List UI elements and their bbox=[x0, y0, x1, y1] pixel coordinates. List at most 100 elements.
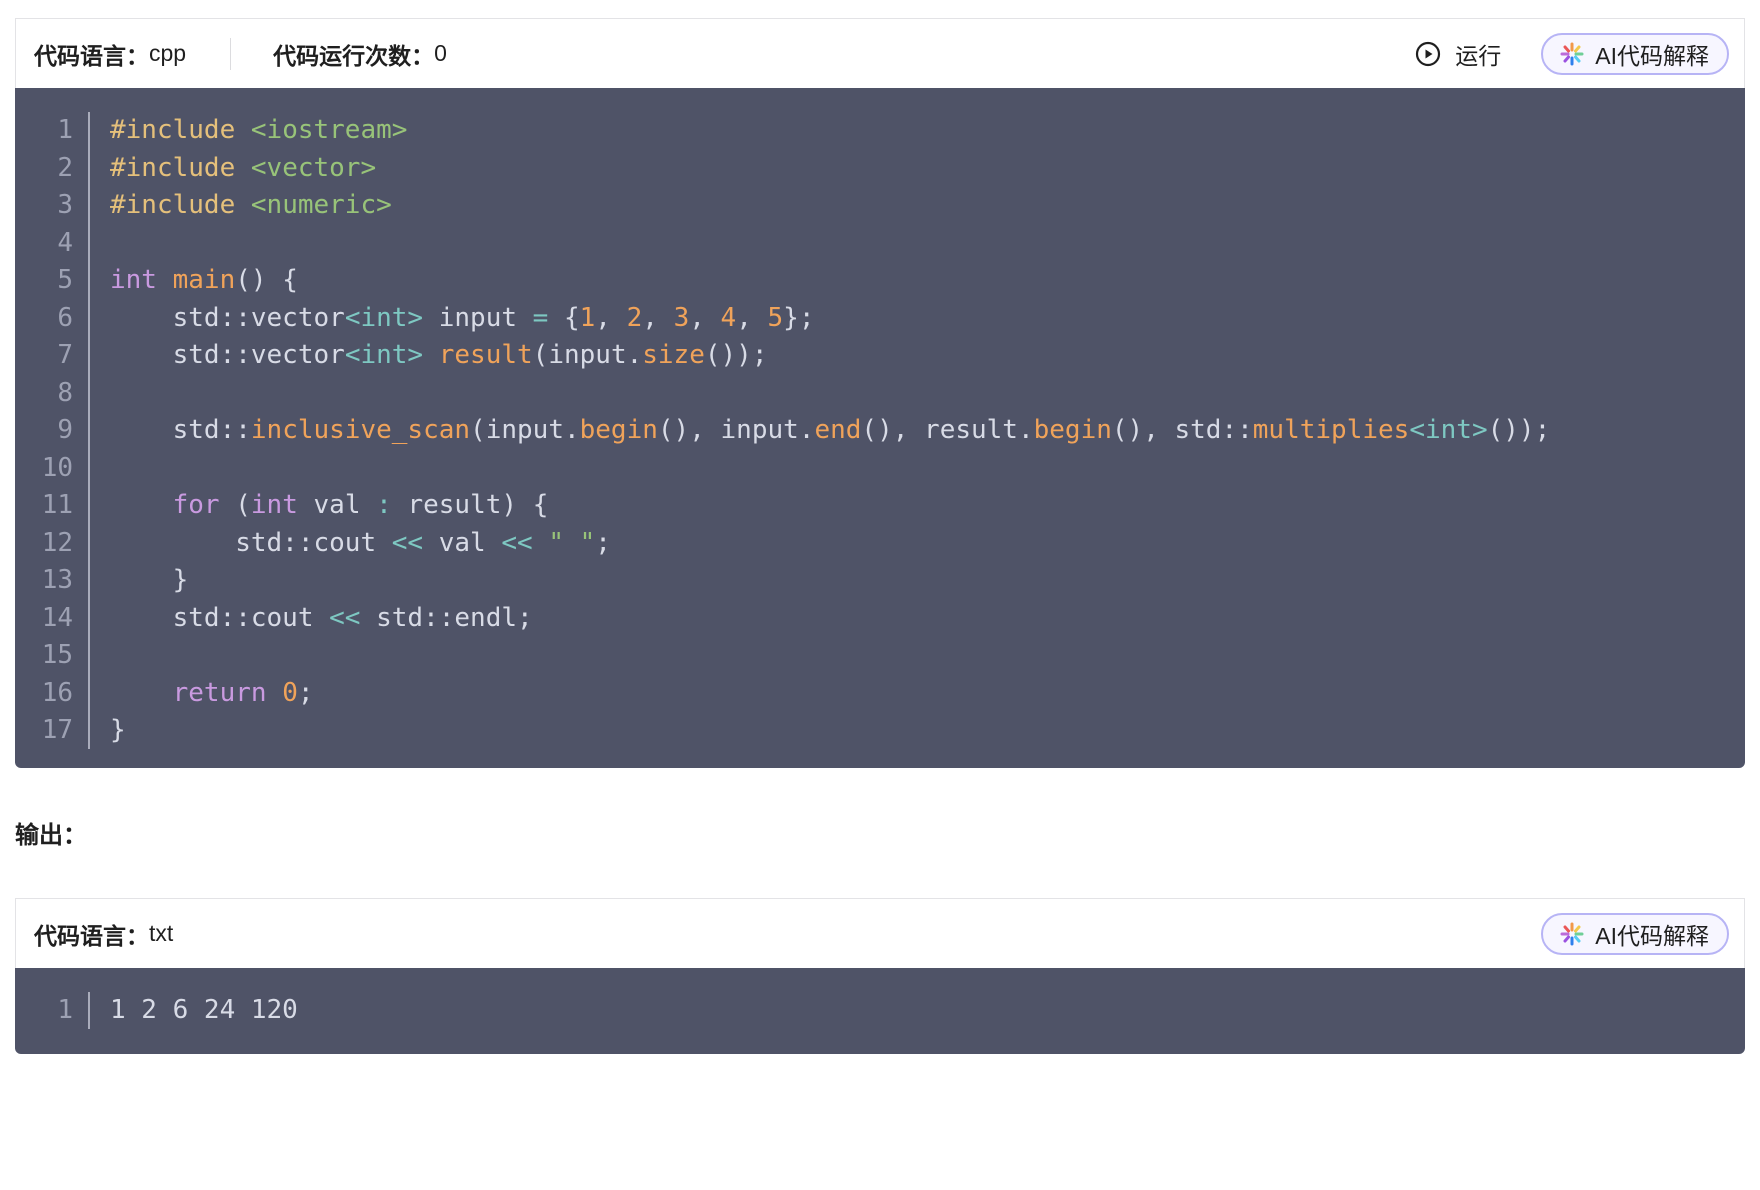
code-token: begin bbox=[579, 415, 658, 445]
ai-explain-button[interactable]: AI代码解释 bbox=[1541, 912, 1729, 955]
code-token: : bbox=[376, 490, 392, 520]
code-token: 4 bbox=[720, 302, 737, 333]
code-line: std::cout << std::endl; bbox=[110, 600, 1550, 638]
code-block-txt: 代码语言： txt AI代码解释 1 1 2 6 24 120 bbox=[15, 898, 1745, 1054]
code-token: val bbox=[423, 527, 502, 558]
code-token: ()); bbox=[1487, 415, 1551, 445]
output-editor[interactable]: 1 1 2 6 24 120 bbox=[15, 968, 1745, 1054]
line-number: 5 bbox=[57, 265, 73, 295]
code-token: (input. bbox=[532, 340, 643, 370]
line-number: 6 bbox=[57, 302, 73, 333]
ai-sparkle-icon bbox=[1559, 41, 1585, 67]
code-token: << bbox=[501, 527, 533, 558]
code-token: << bbox=[391, 527, 424, 558]
code-token: inclusive_scan bbox=[250, 415, 471, 445]
code-token: = bbox=[532, 302, 549, 333]
code-token: #include bbox=[110, 190, 236, 220]
run-count-label: 代码运行次数： bbox=[273, 42, 435, 69]
code-editor[interactable]: 1 2 3 4 5 6 7 8 9 10 11 12 13 14 15 16 17 #include <iost… bbox=[15, 88, 1745, 768]
code-token: (), std:: bbox=[1111, 415, 1253, 445]
code-line: std::inclusive_scan(input.begin(), input… bbox=[110, 412, 1551, 450]
code-token: 1 bbox=[579, 302, 596, 333]
code-token: #include bbox=[110, 152, 236, 183]
code-token: std::vector bbox=[110, 302, 345, 333]
code-block-cpp: 代码语言： cpp 代码运行次数： 0 运行 AI代码解释 1 2 3 4 5 … bbox=[15, 18, 1745, 768]
line-number: 15 bbox=[41, 640, 73, 670]
line-number: 13 bbox=[41, 565, 73, 595]
run-count-info: 代码运行次数： 0 bbox=[273, 37, 447, 71]
code-token: (), result. bbox=[861, 415, 1034, 445]
code-line: for (int val : result) { bbox=[110, 487, 1550, 525]
code-token: int bbox=[110, 265, 157, 295]
line-number: 7 bbox=[57, 340, 73, 370]
toolbar-actions: AI代码解释 bbox=[1541, 899, 1729, 968]
code-line: std::vector<int> input = {1, 2, 3, 4, 5}… bbox=[110, 300, 1550, 338]
play-circle-icon bbox=[1415, 41, 1441, 67]
ai-explain-label: AI代码解释 bbox=[1595, 922, 1709, 949]
code-token: <numeric> bbox=[250, 190, 392, 220]
language-info: 代码语言： cpp bbox=[16, 37, 186, 71]
code-line: std::cout << val << " "; bbox=[110, 525, 1550, 563]
language-label: 代码语言： bbox=[34, 42, 149, 69]
ai-explain-button[interactable]: AI代码解释 bbox=[1541, 32, 1729, 75]
code-token: <iostream> bbox=[250, 115, 408, 145]
run-button-label: 运行 bbox=[1455, 42, 1502, 69]
language-info: 代码语言： txt bbox=[16, 917, 173, 951]
line-number: 4 bbox=[57, 227, 73, 258]
code-token: 2 bbox=[626, 302, 643, 333]
code-token: val bbox=[297, 490, 377, 520]
code-token: }; bbox=[783, 302, 815, 333]
code-token: ( bbox=[219, 490, 251, 520]
ai-explain-label: AI代码解释 bbox=[1595, 42, 1709, 69]
line-numbers: 1 2 3 4 5 6 7 8 9 10 11 12 13 14 15 16 17 bbox=[15, 112, 73, 750]
code-content: 1 2 6 24 120 bbox=[110, 992, 298, 1030]
code-token: return bbox=[172, 677, 267, 708]
line-number: 3 bbox=[57, 190, 73, 220]
code-token: size bbox=[642, 340, 705, 370]
code-token: " " bbox=[548, 527, 596, 558]
code-line: int main() { bbox=[110, 262, 1550, 300]
code-token: ; bbox=[297, 677, 314, 708]
gutter-divider bbox=[88, 112, 90, 749]
code-token: { bbox=[548, 302, 580, 333]
code-token: << bbox=[329, 602, 361, 633]
line-number: 1 bbox=[57, 995, 73, 1025]
code-token: end bbox=[814, 415, 862, 445]
line-number: 2 bbox=[57, 152, 73, 183]
code-token: int bbox=[250, 490, 298, 520]
code-token: (input. bbox=[470, 415, 580, 445]
ai-sparkle-icon bbox=[1559, 921, 1585, 947]
line-numbers: 1 bbox=[15, 992, 73, 1030]
code-token: #include bbox=[110, 115, 236, 145]
run-button[interactable]: 运行 bbox=[1415, 37, 1501, 71]
code-token: std:: bbox=[110, 415, 251, 445]
code-token: ()); bbox=[704, 340, 768, 370]
code-line: return 0; bbox=[110, 675, 1550, 713]
code-token: 5 bbox=[767, 302, 784, 333]
code-toolbar: 代码语言： cpp 代码运行次数： 0 运行 AI代码解释 bbox=[15, 18, 1745, 88]
code-token: <vector> bbox=[250, 152, 377, 183]
code-token: } bbox=[110, 715, 126, 745]
code-token: ; bbox=[595, 527, 611, 558]
line-number: 17 bbox=[41, 715, 73, 745]
code-token: std::cout bbox=[110, 602, 330, 633]
code-token: , bbox=[736, 302, 768, 333]
code-token: , bbox=[689, 302, 721, 333]
line-number: 12 bbox=[41, 527, 73, 558]
language-label: 代码语言： bbox=[34, 922, 149, 949]
code-token: 3 bbox=[673, 302, 690, 333]
code-token: result bbox=[438, 340, 533, 370]
code-token: input bbox=[423, 302, 533, 333]
code-line: } bbox=[110, 562, 1550, 600]
code-token: begin bbox=[1033, 415, 1112, 445]
